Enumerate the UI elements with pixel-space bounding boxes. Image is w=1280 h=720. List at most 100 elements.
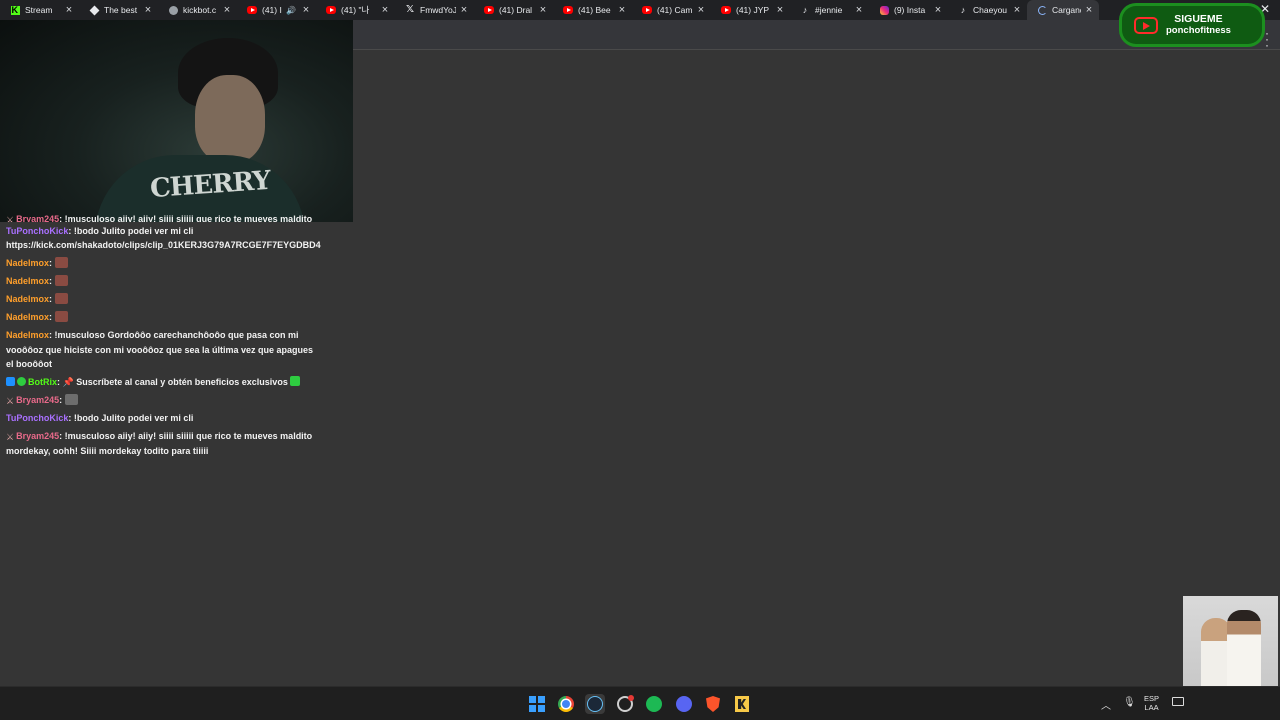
youtube-icon bbox=[326, 5, 336, 15]
chat-text: : !musculoso Gordoôôo carechanchôoôo que… bbox=[6, 330, 314, 370]
tab-title: #jennie bbox=[815, 5, 843, 15]
close-tab-icon[interactable]: × bbox=[143, 4, 153, 16]
browser-tab[interactable]: kickbot.c × bbox=[158, 0, 237, 20]
streamer-face bbox=[195, 75, 265, 163]
chat-username[interactable]: TuPonchoKick bbox=[6, 413, 68, 423]
chat-username[interactable]: Nadelmox bbox=[6, 276, 49, 286]
close-tab-icon[interactable]: × bbox=[222, 4, 232, 16]
browser-tab[interactable]: (9) Insta × bbox=[869, 0, 948, 20]
chat-username[interactable]: Nadelmox bbox=[6, 330, 49, 340]
chat-message: TuPonchoKick: !bodo Julito podei ver mi … bbox=[0, 410, 320, 428]
tab-title: Chaeyou bbox=[973, 5, 1008, 15]
chat-username[interactable]: Nadelmox bbox=[6, 312, 49, 322]
kick-app-icon[interactable] bbox=[732, 694, 752, 714]
check-emote-icon bbox=[290, 376, 301, 387]
verified-badge-icon bbox=[17, 377, 26, 387]
youtube-icon bbox=[563, 5, 573, 15]
chat-username[interactable]: Nadelmox bbox=[6, 258, 49, 268]
browser-tab[interactable]: (41) Cam × bbox=[632, 0, 711, 20]
close-tab-icon[interactable]: × bbox=[617, 4, 627, 16]
browser-tab[interactable]: (41) "나 × bbox=[316, 0, 395, 20]
chat-message: ⚔ Bryam245: bbox=[0, 392, 320, 410]
close-tab-icon[interactable]: × bbox=[696, 4, 706, 16]
chat-message: ⚔ Bryam245: !musculoso aiiy! aiiy! siiii … bbox=[0, 210, 320, 222]
obs-icon[interactable] bbox=[615, 694, 635, 714]
close-tab-icon[interactable]: × bbox=[459, 4, 469, 16]
tab-title: (41) Cam bbox=[657, 5, 693, 15]
chat-text: : bbox=[49, 294, 53, 305]
spotify-icon[interactable] bbox=[644, 694, 664, 714]
close-window-icon[interactable]: ✕ bbox=[1260, 2, 1274, 16]
chat-message: Nadelmox: bbox=[0, 255, 320, 273]
follow-handle: ponchofitness bbox=[1166, 25, 1231, 36]
chat-message: Nadelmox: bbox=[0, 273, 320, 291]
browser-tab[interactable]: ♪ Chaeyou × bbox=[948, 0, 1027, 20]
chat-username[interactable]: Bryam245 bbox=[16, 395, 59, 405]
brave-icon[interactable] bbox=[703, 694, 723, 714]
browser-tab[interactable]: (41) Dral × bbox=[474, 0, 553, 20]
chat-text: : bbox=[49, 258, 53, 269]
chat-emote bbox=[54, 311, 68, 323]
x-icon: 𝕏 bbox=[405, 4, 415, 15]
tab-title: (41) Dral bbox=[499, 5, 533, 15]
close-tab-icon[interactable]: × bbox=[933, 4, 943, 16]
close-tab-icon[interactable]: × bbox=[1012, 4, 1022, 16]
close-tab-icon[interactable]: × bbox=[301, 4, 311, 16]
close-tab-icon[interactable]: × bbox=[1084, 4, 1094, 16]
browser-tab[interactable]: 𝕏 FmwdYoJ × bbox=[395, 0, 474, 20]
browser-tab[interactable]: (41) Bee × bbox=[553, 0, 632, 20]
more-menu-icon[interactable]: · · · bbox=[1262, 27, 1272, 51]
tab-title: (41) I bbox=[262, 5, 282, 15]
chat-message: BotRix: 📌 Suscríbete al canal y obtén be… bbox=[0, 374, 320, 392]
tiktok-icon: ♪ bbox=[802, 5, 808, 15]
sword-badge-icon: ⚔ bbox=[6, 396, 15, 407]
chat-emote bbox=[54, 293, 68, 305]
chat-username[interactable]: Bryam245 bbox=[16, 431, 59, 441]
browser-tab[interactable]: (41) JYP × bbox=[711, 0, 790, 20]
browser-tab[interactable]: Cargand× bbox=[1027, 0, 1099, 20]
chat-text: : bbox=[59, 395, 63, 406]
instagram-icon bbox=[879, 5, 889, 15]
chat-emote bbox=[54, 275, 68, 287]
microphone-icon[interactable]: 🎙 bbox=[1123, 697, 1136, 708]
chat-emote bbox=[54, 257, 68, 269]
browser-tab[interactable]: Stream × bbox=[0, 0, 79, 20]
pin-emote: 📌 bbox=[62, 377, 74, 388]
tab-title: (9) Insta bbox=[894, 5, 926, 15]
speaker-icon[interactable]: 🔊 bbox=[286, 6, 296, 15]
close-tab-icon[interactable]: × bbox=[538, 4, 548, 16]
chat-username[interactable]: TuPonchoKick bbox=[6, 226, 68, 236]
tab-title: (41) Bee bbox=[578, 5, 611, 15]
chat-text: : bbox=[49, 312, 53, 323]
chat-text: : bbox=[49, 276, 53, 287]
sword-badge-icon: ⚔ bbox=[6, 432, 15, 443]
browser-tab[interactable]: ♪ #jennie × bbox=[790, 0, 869, 20]
language-indicator[interactable]: ESP LAA bbox=[1144, 694, 1159, 712]
chat-username[interactable]: Bryam245 bbox=[16, 214, 59, 222]
browser-tab[interactable]: (41) I 🔊 × bbox=[237, 0, 316, 20]
follow-title: SIGUEME bbox=[1174, 13, 1223, 25]
chat-text: : !bodo Julito podei ver mi cli bbox=[68, 413, 194, 424]
steam-icon[interactable] bbox=[585, 694, 605, 714]
close-tab-icon[interactable]: × bbox=[64, 4, 74, 16]
chrome-icon[interactable] bbox=[556, 694, 576, 714]
tab-title: (41) "나 bbox=[341, 5, 370, 15]
close-tab-icon[interactable]: × bbox=[854, 4, 864, 16]
discord-icon[interactable] bbox=[674, 694, 694, 714]
browser-tab[interactable]: The best × bbox=[79, 0, 158, 20]
chat-message: TuPonchoKick: !bodo Julito podei ver mi … bbox=[0, 222, 321, 255]
tab-title: Stream bbox=[25, 5, 53, 15]
close-tab-icon[interactable]: × bbox=[380, 4, 390, 16]
loading-icon bbox=[1037, 5, 1047, 15]
tab-title: kickbot.c bbox=[183, 5, 217, 15]
close-tab-icon[interactable]: × bbox=[775, 4, 785, 16]
tab-title: FmwdYoJ bbox=[420, 5, 456, 15]
chat-username[interactable]: Nadelmox bbox=[6, 294, 49, 304]
bot-badge-icon bbox=[6, 377, 15, 387]
youtube-icon bbox=[247, 5, 257, 15]
tab-strip: Stream×The best×kickbot.c×(41) I🔊×(41) "… bbox=[0, 0, 1280, 20]
monitor-icon[interactable] bbox=[1172, 697, 1184, 706]
chevron-up-icon[interactable]: ︿ bbox=[1101, 697, 1111, 712]
chat-username[interactable]: BotRix bbox=[28, 377, 57, 387]
windows-start-icon[interactable] bbox=[527, 694, 547, 714]
